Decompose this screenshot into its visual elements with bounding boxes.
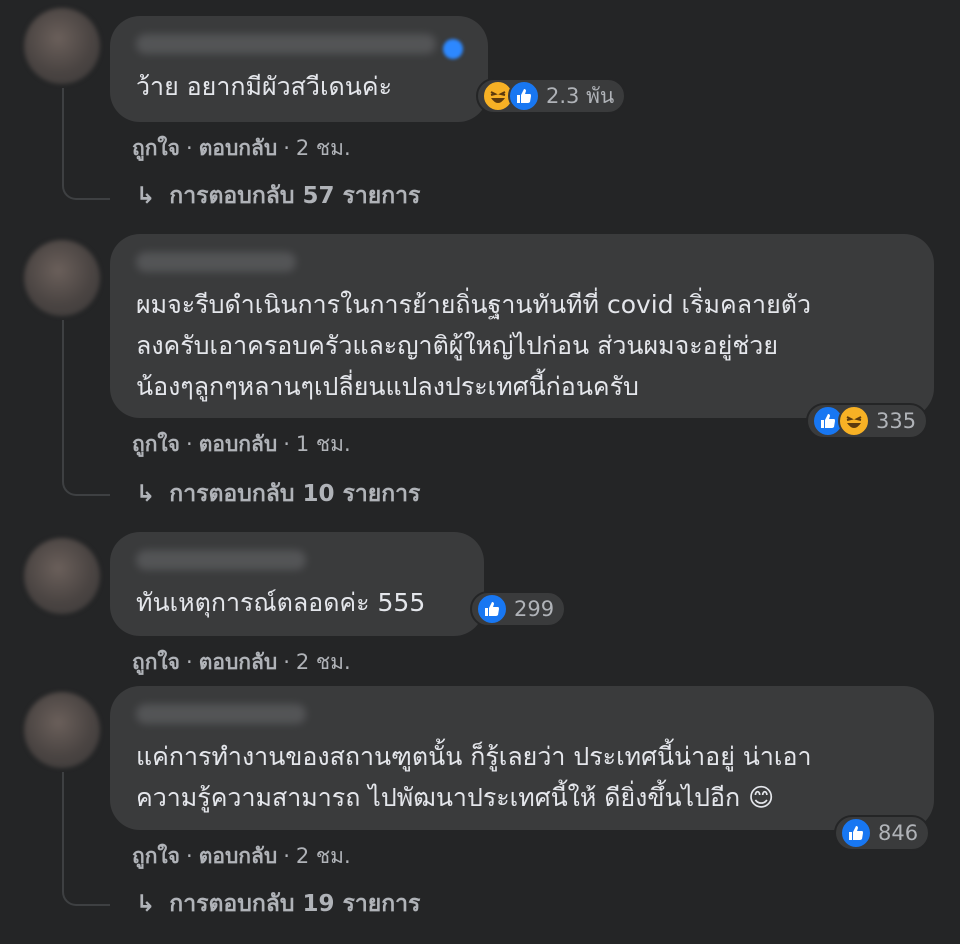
view-replies-button[interactable]: ↳ การตอบกลับ 19 รายการ	[136, 886, 420, 922]
reaction-count: 846	[878, 821, 919, 845]
comment-actions: ถูกใจ · ตอบกลับ · 2 ชม.	[132, 136, 351, 160]
verified-badge-icon	[443, 39, 463, 59]
avatar[interactable]	[24, 538, 100, 614]
like-reaction-icon	[508, 80, 540, 112]
comment-text-line: แค่การทำงานของสถานฑูตนั้น ก็รู้เลยว่า ปร…	[136, 742, 812, 771]
author-name[interactable]	[136, 704, 306, 724]
comment-bubble: แค่การทำงานของสถานฑูตนั้น ก็รู้เลยว่า ปร…	[110, 686, 934, 830]
comment-actions: ถูกใจ · ตอบกลับ · 1 ชม.	[132, 432, 351, 456]
comment-text-line: น้องๆลูกๆหลานๆเปลี่ยนแปลงประเทศนี้ก่อนคร…	[136, 372, 639, 401]
reaction-summary[interactable]: 299	[470, 591, 567, 627]
view-replies-button[interactable]: ↳ การตอบกลับ 57 รายการ	[136, 178, 420, 214]
view-replies-label: การตอบกลับ 10 รายการ	[169, 481, 421, 507]
author-name[interactable]	[136, 252, 296, 272]
reply-arrow-icon: ↳	[136, 183, 156, 209]
reply-link[interactable]: ตอบกลับ	[199, 650, 278, 674]
avatar[interactable]	[24, 240, 100, 316]
timestamp[interactable]: 2 ชม.	[296, 136, 351, 160]
reaction-summary[interactable]: 2.3 พัน	[476, 78, 627, 114]
reaction-count: 299	[514, 597, 555, 621]
like-reaction-icon	[840, 817, 872, 849]
thread-line	[62, 320, 64, 470]
like-link[interactable]: ถูกใจ	[132, 432, 180, 456]
thread-connector	[62, 876, 110, 906]
comment-bubble: ผมจะรีบดำเนินการในการย้ายถิ่นฐานทันทีที่…	[110, 234, 934, 418]
timestamp[interactable]: 2 ชม.	[296, 844, 351, 868]
reply-arrow-icon: ↳	[136, 481, 156, 507]
haha-reaction-icon	[838, 405, 870, 437]
reply-link[interactable]: ตอบกลับ	[199, 136, 278, 160]
view-replies-label: การตอบกลับ 57 รายการ	[169, 183, 421, 209]
timestamp[interactable]: 2 ชม.	[296, 650, 351, 674]
author-name[interactable]	[136, 550, 306, 570]
reply-arrow-icon: ↳	[136, 891, 156, 917]
like-link[interactable]: ถูกใจ	[132, 844, 180, 868]
like-reaction-icon	[476, 593, 508, 625]
view-replies-label: การตอบกลับ 19 รายการ	[169, 891, 421, 917]
thread-line	[62, 772, 64, 880]
reply-link[interactable]: ตอบกลับ	[199, 432, 278, 456]
comment-actions: ถูกใจ · ตอบกลับ · 2 ชม.	[132, 844, 351, 868]
comment-text: ทันเหตุการณ์ตลอดค่ะ 555	[136, 588, 426, 617]
reaction-count: 2.3 พัน	[546, 83, 615, 108]
comment-text-line: ลงครับเอาครอบครัวและญาติผู้ใหญ่ไปก่อน ส่…	[136, 331, 778, 360]
like-link[interactable]: ถูกใจ	[132, 650, 180, 674]
reaction-summary[interactable]: 335	[806, 403, 929, 439]
reaction-summary[interactable]: 846	[834, 815, 931, 851]
comment-bubble: ทันเหตุการณ์ตลอดค่ะ 555	[110, 532, 484, 636]
thread-connector	[62, 170, 110, 200]
view-replies-button[interactable]: ↳ การตอบกลับ 10 รายการ	[136, 476, 420, 512]
reply-link[interactable]: ตอบกลับ	[199, 844, 278, 868]
avatar[interactable]	[24, 692, 100, 768]
comment-text-line: ความรู้ความสามารถ ไปพัฒนาประเทศนี้ให้ ดี…	[136, 783, 775, 812]
like-link[interactable]: ถูกใจ	[132, 136, 180, 160]
avatar[interactable]	[24, 8, 100, 84]
comment-text-line: ผมจะรีบดำเนินการในการย้ายถิ่นฐานทันทีที่…	[136, 290, 812, 319]
thread-connector	[62, 466, 110, 496]
timestamp[interactable]: 1 ชม.	[296, 432, 351, 456]
thread-line	[62, 88, 64, 172]
reaction-count: 335	[876, 409, 917, 433]
author-name[interactable]	[136, 34, 436, 54]
comment-text: ว้าย อยากมีผัวสวีเดนค่ะ	[136, 72, 392, 101]
comment-actions: ถูกใจ · ตอบกลับ · 2 ชม.	[132, 650, 351, 674]
comment-bubble: ว้าย อยากมีผัวสวีเดนค่ะ	[110, 16, 488, 122]
